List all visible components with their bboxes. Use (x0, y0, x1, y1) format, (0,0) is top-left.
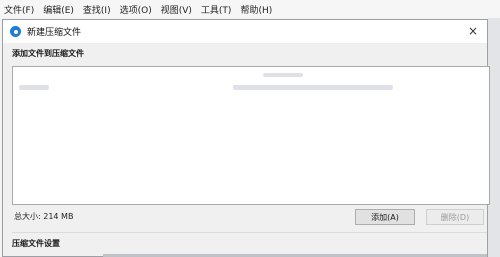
menu-help[interactable]: 帮助(H) (236, 3, 272, 16)
file-list[interactable] (12, 66, 490, 205)
new-archive-dialog: 新建压缩文件 × 添加文件到压缩文件 总大小: 214 MB 添加(A) 删除(… (2, 19, 490, 257)
total-size-label: 总大小: 214 MB (14, 212, 74, 221)
menu-view[interactable]: 视图(V) (157, 3, 192, 16)
dialog-title: 新建压缩文件 (27, 28, 82, 38)
close-button[interactable]: × (465, 23, 481, 39)
blurred-file-icon (19, 85, 49, 90)
menu-find[interactable]: 查找(I) (79, 3, 111, 16)
app-logo-icon (10, 26, 21, 37)
divider (12, 232, 487, 233)
dialog-titlebar[interactable]: 新建压缩文件 × (3, 20, 487, 43)
archive-settings-label: 压缩文件设置 (12, 239, 60, 248)
menu-tools[interactable]: 工具(T) (197, 3, 232, 16)
menu-bar: 文件(F) 编辑(E) 查找(I) 选项(O) 视图(V) 工具(T) 帮助(H… (0, 0, 500, 18)
blurred-file-row (233, 85, 393, 90)
add-files-label: 添加文件到压缩文件 (12, 49, 84, 58)
menu-options[interactable]: 选项(O) (116, 3, 152, 16)
blurred-column-header (263, 73, 303, 77)
menu-file[interactable]: 文件(F) (0, 3, 34, 16)
add-button[interactable]: 添加(A) (355, 209, 415, 225)
delete-button[interactable]: 删除(D) (426, 209, 484, 225)
menu-edit[interactable]: 编辑(E) (39, 3, 74, 16)
